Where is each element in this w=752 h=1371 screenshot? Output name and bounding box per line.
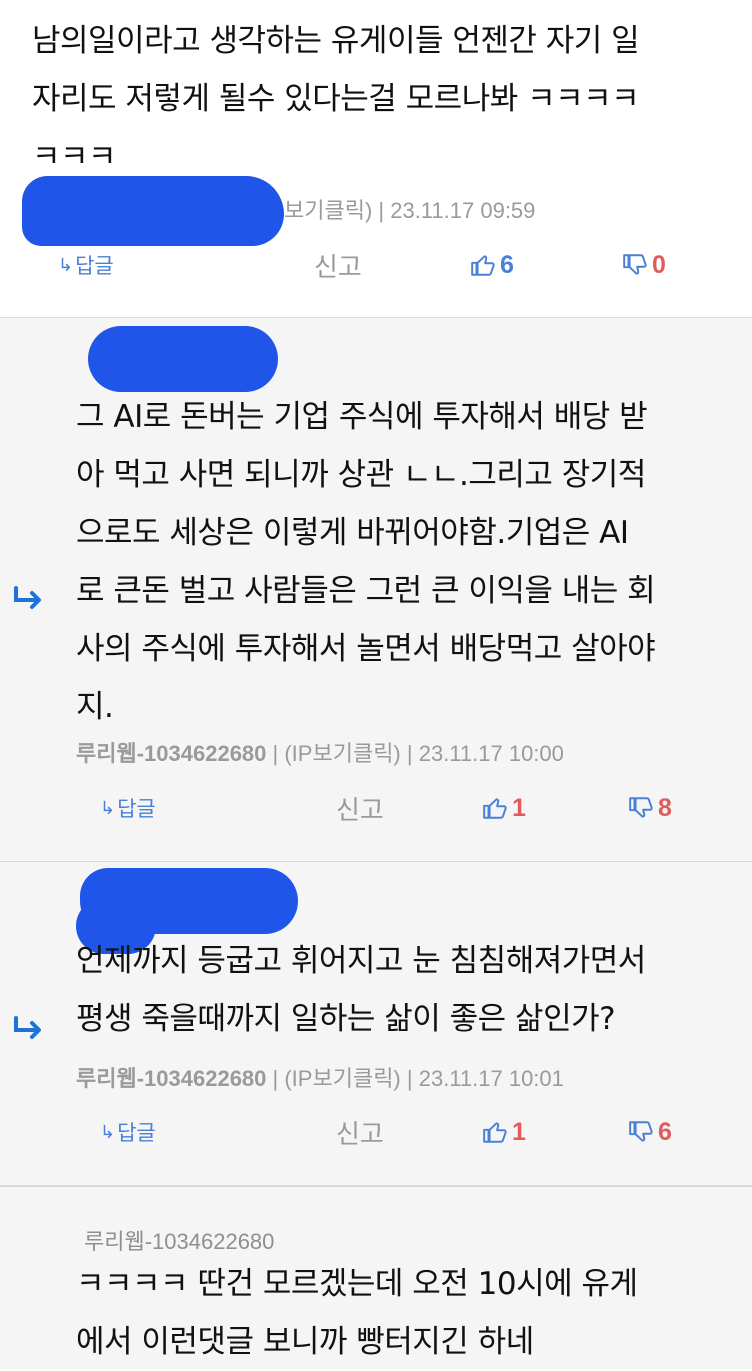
reply-button[interactable]: ↳ 답글 — [58, 245, 114, 285]
comment-1: 남의일이라고 생각하는 유게이들 언젠간 자기 일 자리도 저렇게 될수 있다는… — [0, 0, 752, 318]
redacted-author — [88, 326, 278, 392]
reply-arrow-icon: ↳ — [100, 797, 116, 818]
like-count: 6 — [500, 250, 514, 279]
comment-meta: 루리웹-1034622680 | (IP보기클릭) | 23.11.17 10:… — [76, 736, 564, 768]
comment-actions: ↳ 답글 신고 1 6 — [0, 1112, 752, 1152]
comment-text: ㅋㅋㅋㅋ 딴건 모르겠는데 오전 10시에 유게 에서 이런댓글 보니까 빵터지… — [76, 1266, 638, 1360]
thumbs-up-icon — [483, 798, 507, 819]
dislike-button[interactable]: 8 — [628, 788, 672, 828]
thumbs-down-icon — [629, 797, 653, 818]
reply-arrow-icon: ↳ — [100, 1121, 116, 1142]
reply-label: 답글 — [75, 255, 114, 278]
thumbs-down-icon — [629, 1121, 653, 1142]
reply-label: 답글 — [117, 798, 156, 821]
report-button[interactable]: 신고 — [336, 788, 384, 828]
dislike-count: 6 — [658, 1117, 672, 1146]
like-count: 1 — [512, 1117, 526, 1146]
timestamp: 23.11.17 10:00 — [418, 741, 564, 766]
like-button[interactable]: 1 — [482, 1112, 526, 1152]
like-button[interactable]: 1 — [482, 788, 526, 828]
reply-arrow-icon — [14, 586, 41, 609]
reply-label: 답글 — [117, 1122, 156, 1145]
reply-arrow-icon: ↳ — [58, 254, 74, 275]
redacted-author — [22, 176, 284, 246]
comment-actions: ↳ 답글 신고 6 0 — [0, 245, 752, 285]
comment-meta: 보기클릭) | 23.11.17 09:59 — [284, 198, 536, 223]
comment-text: 그 AI로 돈버는 기업 주식에 투자해서 배당 받 아 먹고 사면 되니까 상… — [76, 399, 656, 725]
dislike-count: 0 — [652, 250, 666, 279]
comment-actions: ↳ 답글 신고 1 8 — [0, 788, 752, 828]
comment-2: 그 AI로 돈버는 기업 주식에 투자해서 배당 받 아 먹고 사면 되니까 상… — [0, 318, 752, 862]
reply-button[interactable]: ↳ 답글 — [100, 1112, 156, 1152]
like-count: 1 — [512, 793, 526, 822]
meta-separator: | — [272, 1066, 285, 1091]
ip-label[interactable]: (IP보기클릭) — [284, 1066, 400, 1091]
report-button[interactable]: 신고 — [336, 1112, 384, 1152]
comment-4: 루리웹-1034622680 ㅋㅋㅋㅋ 딴건 모르겠는데 오전 10시에 유게 … — [0, 1186, 752, 1369]
like-button[interactable]: 6 — [470, 245, 514, 285]
dislike-button[interactable]: 6 — [628, 1112, 672, 1152]
ip-label[interactable]: (IP보기클릭) — [284, 741, 400, 766]
meta-separator: | — [272, 741, 285, 766]
author-name[interactable]: 루리웹-1034622680 — [84, 1224, 274, 1256]
author-name[interactable]: 루리웹-1034622680 — [76, 741, 266, 766]
meta-separator: | — [406, 741, 419, 766]
reply-button[interactable]: ↳ 답글 — [100, 788, 156, 828]
meta-separator: | — [406, 1066, 419, 1091]
comment-3: 언제까지 등굽고 휘어지고 눈 침침해져가면서 평생 죽을때까지 일하는 삶이 … — [0, 862, 752, 1186]
comment-text: 남의일이라고 생각하는 유게이들 언젠간 자기 일 자리도 저렇게 될수 있다는… — [32, 23, 640, 175]
timestamp: 23.11.17 10:01 — [418, 1066, 564, 1091]
thumbs-up-icon — [471, 255, 495, 276]
comment-text: 언제까지 등굽고 휘어지고 눈 침침해져가면서 평생 죽을때까지 일하는 삶이 … — [76, 943, 646, 1037]
thumbs-up-icon — [483, 1122, 507, 1143]
author-name[interactable]: 루리웹-1034622680 — [76, 1066, 266, 1091]
report-button[interactable]: 신고 — [314, 245, 362, 285]
reply-arrow-icon — [14, 1016, 41, 1039]
thumbs-down-icon — [623, 254, 647, 275]
dislike-button[interactable]: 0 — [622, 245, 666, 285]
dislike-count: 8 — [658, 793, 672, 822]
comment-meta: 루리웹-1034622680 | (IP보기클릭) | 23.11.17 10:… — [76, 1061, 564, 1093]
